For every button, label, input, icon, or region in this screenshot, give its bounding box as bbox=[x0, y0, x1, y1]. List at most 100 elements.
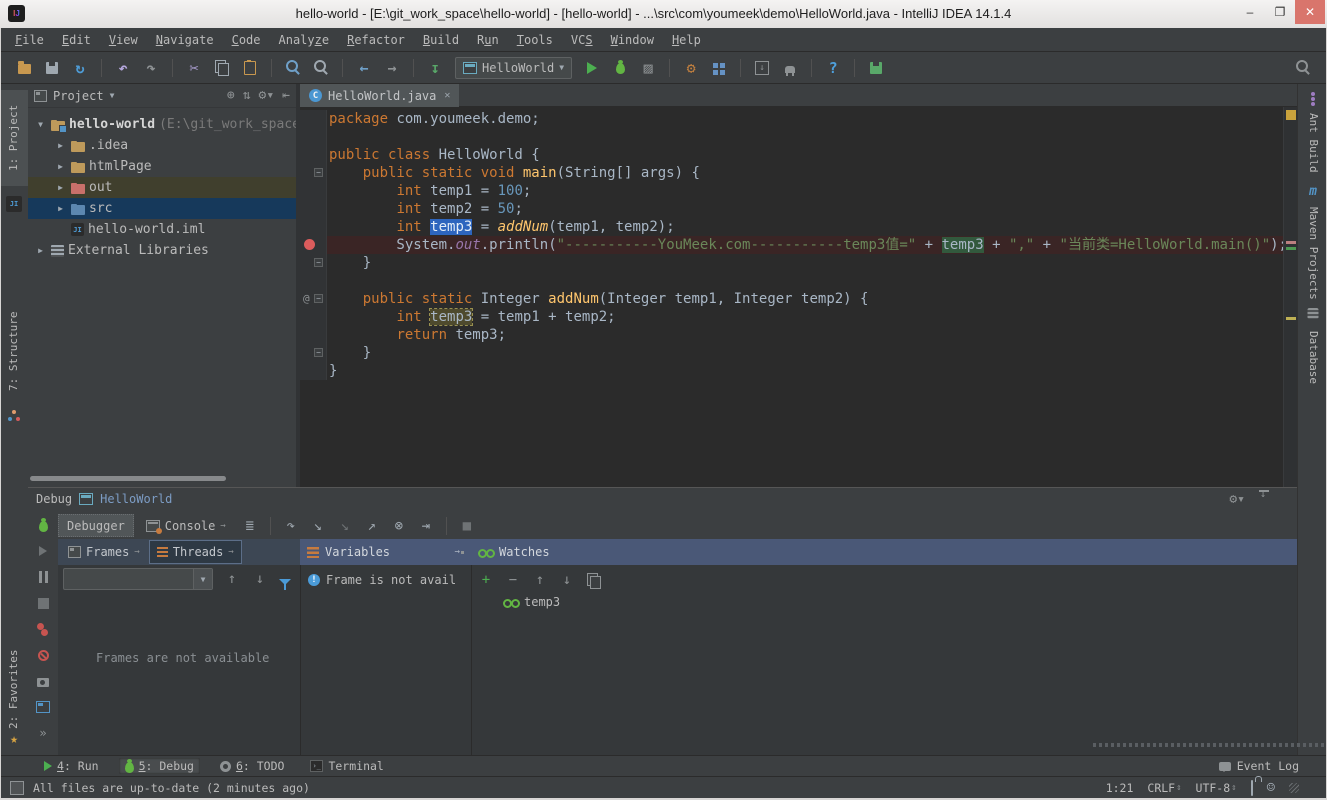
hide-panel-icon[interactable]: ⇤ bbox=[282, 88, 290, 103]
more-options-icon[interactable]: » bbox=[28, 720, 58, 746]
avd-manager-icon[interactable] bbox=[778, 56, 802, 80]
pane-arrow-icon[interactable]: → bbox=[455, 547, 464, 557]
panel-settings-gear-icon[interactable]: ⚙▾ bbox=[259, 88, 275, 103]
code-line-4[interactable]: − public static void main(String[] args)… bbox=[300, 164, 1284, 182]
menu-item-analyze[interactable]: Analyze bbox=[270, 33, 339, 47]
breakpoint-icon[interactable] bbox=[304, 239, 315, 250]
view-breakpoints-icon[interactable] bbox=[28, 616, 58, 642]
restore-layout-icon[interactable] bbox=[28, 694, 58, 720]
debug-bug-icon[interactable] bbox=[28, 512, 58, 538]
frame-up-icon[interactable]: ↑ bbox=[223, 570, 241, 588]
code-line-11[interactable]: −@ public static Integer addNum(Integer … bbox=[300, 290, 1284, 308]
back-icon[interactable]: ← bbox=[352, 56, 376, 80]
gutter[interactable] bbox=[300, 128, 327, 146]
fold-marker-icon[interactable]: − bbox=[314, 348, 323, 357]
stop-icon[interactable] bbox=[28, 590, 58, 616]
run-icon[interactable] bbox=[580, 56, 604, 80]
pause-icon[interactable] bbox=[28, 564, 58, 590]
redo-icon[interactable]: ↷ bbox=[139, 56, 163, 80]
duplicate-watch-icon[interactable] bbox=[585, 571, 603, 589]
replace-icon[interactable] bbox=[309, 56, 333, 80]
scroll-from-source-icon[interactable]: ⊕ bbox=[227, 88, 235, 103]
code-editor[interactable]: package com.youmeek.demo;public class He… bbox=[300, 107, 1284, 487]
code-line-13[interactable]: return temp3; bbox=[300, 326, 1284, 344]
find-icon[interactable] bbox=[281, 56, 305, 80]
add-watch-icon[interactable]: + bbox=[477, 571, 495, 589]
code-line-5[interactable]: int temp1 = 100; bbox=[300, 182, 1284, 200]
tool-stripe-database[interactable]: Database bbox=[1298, 324, 1327, 390]
coverage-icon[interactable]: ▨ bbox=[636, 56, 660, 80]
make-project-icon[interactable]: ↧ bbox=[423, 56, 447, 80]
move-watch-up-icon[interactable]: ↑ bbox=[531, 571, 549, 589]
error-stripe[interactable] bbox=[1283, 107, 1297, 487]
event-log-button[interactable]: Event Log bbox=[1219, 759, 1299, 773]
tool-stripe-ant-build[interactable]: Ant Build bbox=[1298, 110, 1327, 176]
gutter[interactable]: −@ bbox=[300, 290, 327, 308]
debug-icon[interactable] bbox=[608, 56, 632, 80]
resize-grip[interactable] bbox=[1289, 783, 1299, 793]
show-execution-point-icon[interactable]: ≣ bbox=[238, 515, 262, 537]
cut-icon[interactable]: ✂ bbox=[182, 56, 206, 80]
attach-android-icon[interactable] bbox=[864, 56, 888, 80]
maximize-button[interactable]: ❐ bbox=[1265, 0, 1295, 24]
fold-marker-icon[interactable]: − bbox=[314, 294, 323, 303]
editor-tab-helloworld-java[interactable]: C HelloWorld.java ✕ bbox=[300, 84, 459, 107]
inspection-status-icon[interactable] bbox=[1286, 110, 1296, 120]
menu-item-run[interactable]: Run bbox=[468, 33, 508, 47]
menu-item-code[interactable]: Code bbox=[223, 33, 270, 47]
gutter[interactable] bbox=[300, 272, 327, 290]
tool-window-button-5--debug[interactable]: 5: Debug bbox=[119, 758, 200, 774]
close-tab-icon[interactable]: ✕ bbox=[444, 90, 450, 101]
caret-position[interactable]: 1:21 bbox=[1106, 781, 1134, 795]
frames-tab-threads[interactable]: Threads→ bbox=[149, 540, 242, 564]
code-line-15[interactable]: } bbox=[300, 362, 1284, 380]
paste-icon[interactable] bbox=[238, 56, 262, 80]
sdk-manager-icon[interactable] bbox=[750, 56, 774, 80]
intellij-module-icon[interactable]: JI bbox=[6, 196, 22, 212]
copy-icon[interactable] bbox=[210, 56, 234, 80]
lock-icon[interactable] bbox=[1251, 781, 1253, 795]
gutter[interactable] bbox=[300, 110, 327, 128]
gutter[interactable] bbox=[300, 308, 327, 326]
gutter[interactable]: − bbox=[300, 164, 327, 182]
mute-breakpoints-icon[interactable] bbox=[28, 642, 58, 668]
code-line-9[interactable]: − } bbox=[300, 254, 1284, 272]
menu-item-file[interactable]: File bbox=[6, 33, 53, 47]
gutter[interactable] bbox=[300, 326, 327, 344]
menu-item-build[interactable]: Build bbox=[414, 33, 468, 47]
force-step-into-icon[interactable]: ↘ bbox=[333, 515, 357, 537]
project-horizontal-scrollbar[interactable] bbox=[30, 476, 226, 481]
run-to-cursor-icon[interactable]: ⇥ bbox=[414, 515, 438, 537]
tree-item--idea[interactable]: ▶.idea bbox=[28, 135, 296, 156]
menu-item-navigate[interactable]: Navigate bbox=[147, 33, 223, 47]
tree-expand-icon[interactable]: ▶ bbox=[54, 204, 67, 213]
tree-expand-icon[interactable]: ▶ bbox=[54, 183, 67, 192]
tree-item-hello-world-iml[interactable]: JIhello-world.iml bbox=[28, 219, 296, 240]
tree-item-htmlpage[interactable]: ▶htmlPage bbox=[28, 156, 296, 177]
line-ending-selector[interactable]: CRLF⇕ bbox=[1147, 781, 1181, 795]
menu-item-refactor[interactable]: Refactor bbox=[338, 33, 414, 47]
menu-item-vcs[interactable]: VCS bbox=[562, 33, 602, 47]
tool-window-button-4--run[interactable]: 4: Run bbox=[38, 758, 105, 774]
tool-window-button-6--todo[interactable]: 6: TODO bbox=[214, 758, 290, 774]
forward-icon[interactable]: → bbox=[380, 56, 404, 80]
variables-header[interactable]: Variables → bbox=[300, 539, 471, 565]
thread-dump-icon[interactable] bbox=[28, 668, 58, 694]
code-line-10[interactable] bbox=[300, 272, 1284, 290]
undo-icon[interactable]: ↶ bbox=[111, 56, 135, 80]
toggle-stripe-icon[interactable] bbox=[10, 781, 24, 795]
minimize-button[interactable]: – bbox=[1235, 0, 1265, 24]
gutter[interactable]: − bbox=[300, 254, 327, 272]
tree-item-external-libraries[interactable]: ▶External Libraries bbox=[28, 240, 296, 261]
move-watch-down-icon[interactable]: ↓ bbox=[558, 571, 576, 589]
thread-selector-combobox[interactable]: ▼ bbox=[63, 568, 213, 590]
evaluate-expression-icon[interactable]: ■ bbox=[455, 515, 479, 537]
collapse-all-icon[interactable]: ⇅ bbox=[243, 88, 251, 103]
run-configuration-selector[interactable]: HelloWorld▼ bbox=[455, 57, 572, 79]
menu-item-edit[interactable]: Edit bbox=[53, 33, 100, 47]
tree-item-src[interactable]: ▶src bbox=[28, 198, 296, 219]
menu-item-tools[interactable]: Tools bbox=[508, 33, 562, 47]
fold-marker-icon[interactable]: − bbox=[314, 168, 323, 177]
tool-stripe-structure[interactable]: 7: Structure bbox=[0, 296, 28, 406]
save-icon[interactable] bbox=[40, 56, 64, 80]
